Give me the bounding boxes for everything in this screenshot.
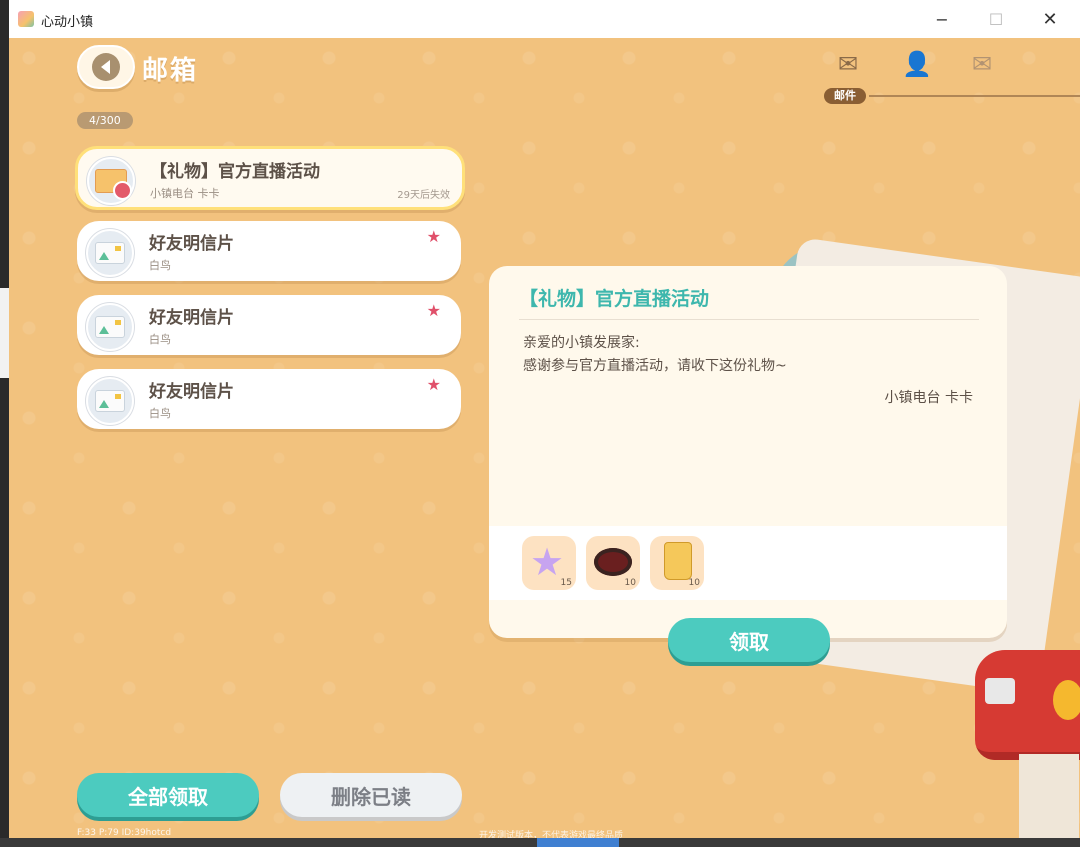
game-viewport: 邮箱 4/300 ✉ 👤 ✉ 邮件 【礼物】官方直播活动 小镇电台 卡卡 29天… <box>9 38 1080 838</box>
tab-mail-label: 邮件 <box>824 88 866 104</box>
taskbar-button[interactable] <box>537 838 619 847</box>
postcard-icon <box>86 303 134 351</box>
title-bar: 心动小镇 − ☐ ✕ <box>9 0 1080 39</box>
unread-star-icon: ★ <box>426 227 441 246</box>
window-title: 心动小镇 <box>41 15 94 30</box>
claim-all-button[interactable]: 全部领取 <box>77 773 259 817</box>
reward-count: 10 <box>688 578 700 588</box>
sack-item-icon[interactable]: 10 <box>650 536 704 590</box>
postcard-icon <box>86 377 134 425</box>
unread-star-icon: ★ <box>426 301 441 320</box>
mail-title: 【礼物】官方直播活动 <box>150 162 320 182</box>
mailbox-post <box>1019 754 1079 838</box>
claim-button[interactable]: 领取 <box>668 618 830 662</box>
desktop-background <box>0 0 9 847</box>
debug-stats: F:33 P:79 ID:39hotcd <box>77 828 172 838</box>
mail-counter: 4/300 <box>77 112 133 129</box>
gift-mail-icon <box>87 157 135 205</box>
mail-item[interactable]: 好友明信片 白鸟 ★ <box>77 221 461 281</box>
star-item-icon[interactable]: ★ 15 <box>522 536 576 590</box>
reward-count: 10 <box>624 578 636 588</box>
back-arrow-icon <box>92 53 120 81</box>
build-note: 开发测试版本，不代表游戏最终品质 <box>479 831 624 838</box>
minimize-button[interactable]: − <box>919 0 965 38</box>
detail-signature: 小镇电台 卡卡 <box>884 390 973 406</box>
close-button[interactable]: ✕ <box>1027 0 1073 38</box>
divider <box>519 319 979 320</box>
mail-sender: 白鸟 <box>149 259 171 272</box>
delete-read-button[interactable]: 删除已读 <box>280 773 462 817</box>
plate-item-icon[interactable]: 10 <box>586 536 640 590</box>
page-title: 邮箱 <box>142 56 199 86</box>
unread-star-icon: ★ <box>426 375 441 394</box>
mail-sender: 白鸟 <box>149 333 171 346</box>
detail-title: 【礼物】官方直播活动 <box>519 288 710 310</box>
postcard-icon <box>86 229 134 277</box>
mail-item-selected[interactable]: 【礼物】官方直播活动 小镇电台 卡卡 29天后失效 <box>75 146 465 210</box>
tab-underline <box>869 95 1080 97</box>
detail-greeting: 亲爱的小镇发展家: <box>523 335 640 351</box>
mail-title: 好友明信片 <box>149 308 234 328</box>
mail-detail-card: 【礼物】官方直播活动 亲爱的小镇发展家: 感谢参与官方直播活动，请收下这份礼物~… <box>489 266 1007 638</box>
mail-title: 好友明信片 <box>149 234 234 254</box>
mailbox-decoration <box>975 650 1080 760</box>
mail-item[interactable]: 好友明信片 白鸟 ★ <box>77 295 461 355</box>
mail-item[interactable]: 好友明信片 白鸟 ★ <box>77 369 461 429</box>
reward-list: ★ 15 10 10 <box>489 526 1007 600</box>
app-window: 心动小镇 − ☐ ✕ 邮箱 4/300 ✉ 👤 ✉ 邮件 【礼物】官方直播活动 … <box>9 0 1080 838</box>
mail-title: 好友明信片 <box>149 382 234 402</box>
maximize-button[interactable]: ☐ <box>973 0 1019 38</box>
app-icon <box>18 11 34 27</box>
mail-sender: 小镇电台 卡卡 <box>150 187 220 200</box>
reward-count: 15 <box>560 578 572 588</box>
back-button[interactable] <box>77 45 135 89</box>
detail-body: 感谢参与官方直播活动，请收下这份礼物~ <box>523 358 787 374</box>
star-mail-icon[interactable]: ✉ <box>967 50 997 78</box>
add-friend-icon[interactable]: 👤 <box>902 50 932 78</box>
taskbar <box>0 838 1080 847</box>
mail-sender: 白鸟 <box>149 407 171 420</box>
envelope-icon[interactable]: ✉ <box>833 50 863 78</box>
mail-expire: 29天后失效 <box>397 190 450 201</box>
